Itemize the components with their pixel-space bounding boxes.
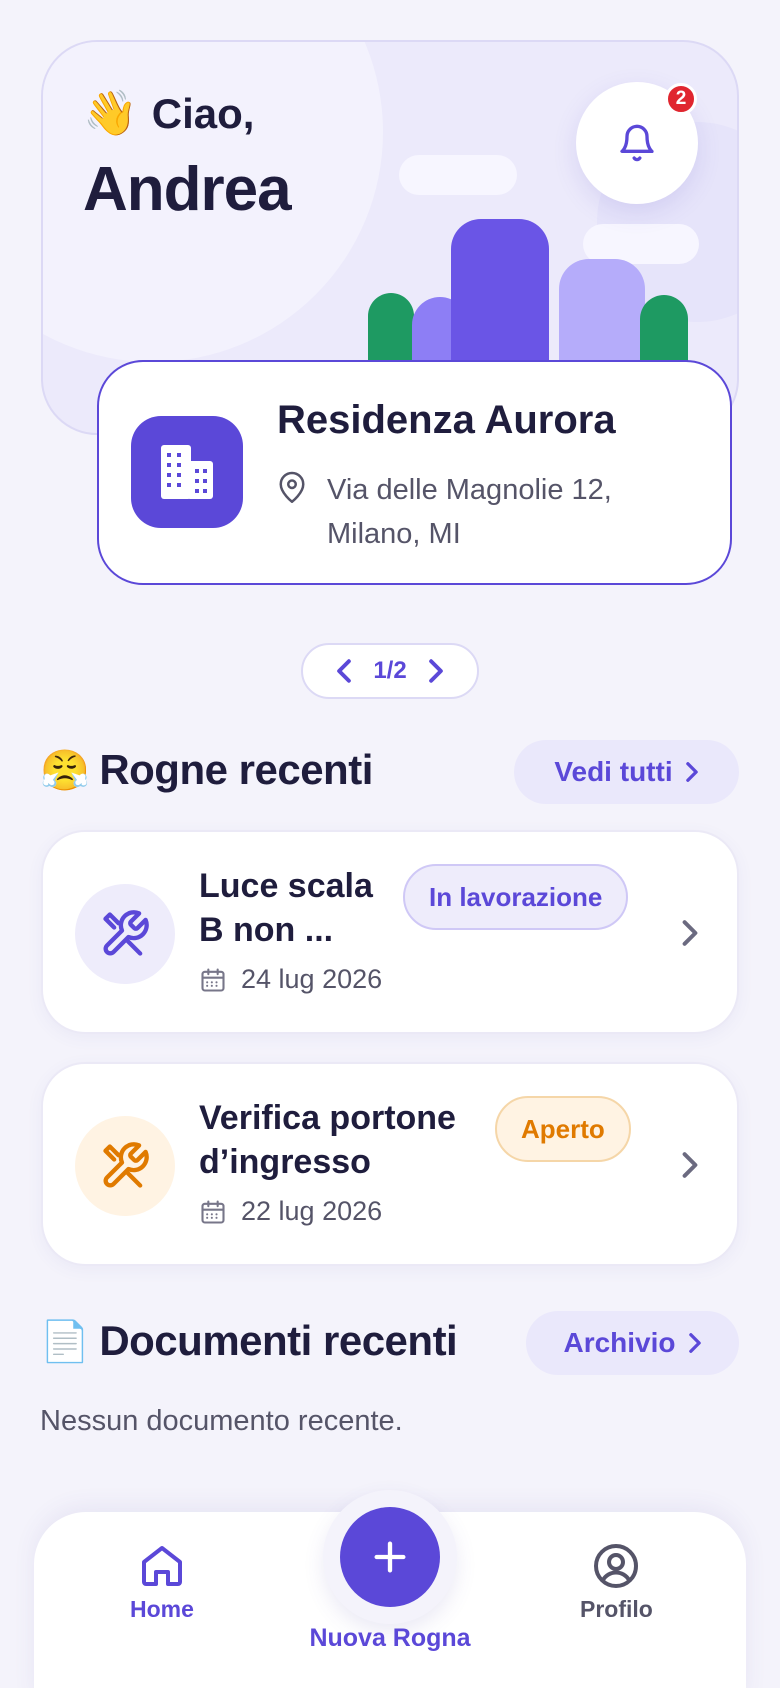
documents-title-text: Documenti recenti [99,1317,458,1364]
cloud-shape [583,224,699,264]
tools-icon [75,1116,175,1216]
cloud-shape [399,155,517,195]
see-all-label: Vedi tutti [554,756,673,787]
documents-section-title: 📄 Documenti recenti [40,1317,458,1365]
greeting-text: Ciao, [151,90,255,137]
issue-title: Verifica portone d’ingresso [199,1099,456,1181]
document-emoji: 📄 [40,1319,90,1364]
user-circle-icon [594,1544,639,1588]
new-issue-label: Nuova Rogna [309,1624,471,1652]
issue-title: Luce scala B non ... [199,867,373,949]
issue-date-text: 22 lug 2026 [241,1196,383,1226]
building-pager: 1/2 [301,643,479,699]
chevron-right-icon [688,1333,701,1353]
building-address: Via delle Magnolie 12, Milano, MI [327,474,612,550]
pager-label: 1/2 [373,657,407,684]
archive-label: Archivio [563,1327,676,1358]
issues-title-text: Rogne recenti [99,746,373,793]
bell-icon [620,124,654,162]
status-badge: In lavorazione [403,864,629,930]
issue-date: 22 lug 2026 [199,1196,382,1227]
building-card[interactable]: Residenza Aurora Via delle Magnolie 12, … [97,360,732,585]
tools-icon [75,884,175,984]
documents-empty-state: Nessun documento recente. [40,1405,403,1437]
wave-emoji: 👋 [83,89,138,138]
chevron-left-icon[interactable] [335,658,353,684]
building-icon [131,416,243,528]
issue-card[interactable]: Verifica portone d’ingresso Aperto 22 lu… [41,1062,739,1266]
notification-badge: 2 [665,83,697,115]
chevron-right-icon [682,920,698,946]
location-pin-icon [279,471,305,503]
issue-card[interactable]: Luce scala B non ... In lavorazione 24 l… [41,830,739,1034]
status-badge: Aperto [495,1096,631,1162]
building-shape [451,219,549,373]
calendar-icon [201,1199,225,1224]
nav-profile[interactable]: Profilo [580,1542,653,1623]
building-shape [559,259,645,373]
nav-profile-label: Profilo [580,1596,653,1622]
angry-emoji: 😤 [40,748,90,793]
home-icon [141,1546,182,1586]
chevron-right-icon [682,1152,698,1178]
nav-home-label: Home [130,1596,194,1622]
chevron-right-icon [685,762,698,782]
calendar-icon [201,967,225,992]
see-all-issues-button[interactable]: Vedi tutti [514,740,739,804]
building-name: Residenza Aurora [277,398,616,442]
plus-icon [374,1541,406,1573]
issues-section-title: 😤 Rogne recenti [40,746,373,794]
chevron-right-icon[interactable] [427,658,445,684]
greeting: 👋 Ciao, [83,90,254,138]
issue-date: 24 lug 2026 [199,964,382,995]
nav-home[interactable]: Home [130,1542,194,1623]
issue-date-text: 24 lug 2026 [241,964,383,994]
archive-button[interactable]: Archivio [526,1311,739,1375]
new-issue-button[interactable] [340,1507,440,1607]
user-name: Andrea [83,155,292,224]
